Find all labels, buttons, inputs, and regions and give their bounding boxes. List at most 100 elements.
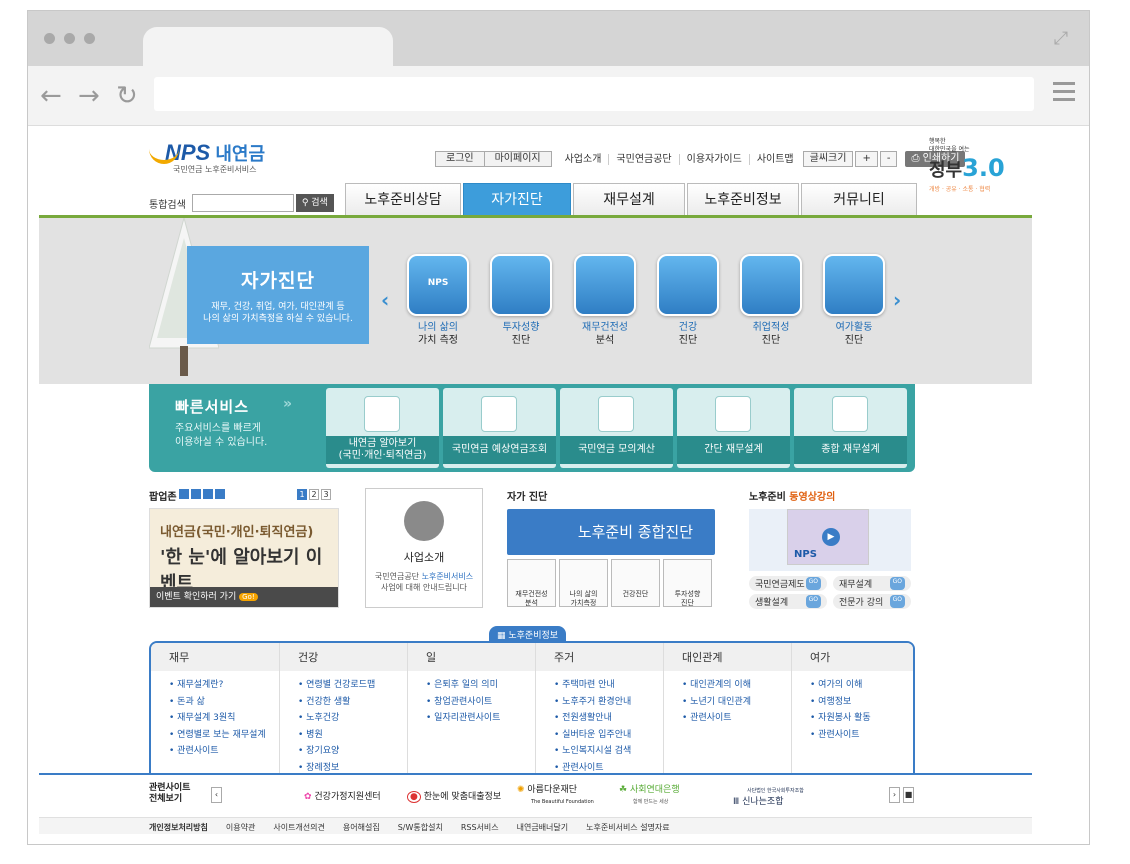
vod-player[interactable]: NPS ▶ [749, 509, 911, 571]
footer-link[interactable]: 노후준비서비스 설명자료 [586, 822, 670, 833]
info-link[interactable]: 여가의 이해 [810, 677, 913, 694]
nav-tab-finance[interactable]: 재무설계 [573, 183, 685, 216]
nav-tab-selfdiag[interactable]: 자가진단 [463, 183, 571, 216]
quick-item-total[interactable]: 종합 재무설계 [794, 388, 907, 468]
event-banner[interactable]: 내연금(국민·개인·퇴직연금) '한 눈'에 알아보기 이벤트 이벤트 확인하러… [149, 508, 339, 608]
info-link[interactable]: 창업관련사이트 [426, 694, 535, 711]
related-logo-bank[interactable]: ☘ 사회연대은행 함께 만드는 세상 [619, 785, 680, 808]
link-nps[interactable]: 국민연금공단 [608, 153, 678, 165]
vod-link-pension[interactable]: 국민연금제도 GO [749, 576, 827, 591]
link-guide[interactable]: 이용자가이드 [678, 153, 749, 165]
site-logo[interactable]: NPS 내연금 국민연금 노후준비서비스 [149, 140, 265, 175]
info-link[interactable]: 전원생활안내 [554, 710, 663, 727]
footer-link[interactable]: 개인정보처리방침 [149, 822, 208, 833]
info-link[interactable]: 은퇴후 일의 의미 [426, 677, 535, 694]
stop-icon[interactable]: ■ [903, 787, 914, 803]
window-dot-icon[interactable] [84, 33, 95, 44]
browser-tab[interactable] [143, 27, 393, 67]
pause-icon[interactable] [203, 489, 213, 499]
info-link[interactable]: 실버타운 입주안내 [554, 727, 663, 744]
mypage-button[interactable]: 마이페이지 [484, 151, 552, 167]
quick-item-calc[interactable]: 국민연금 모의계산 [560, 388, 673, 468]
info-link[interactable]: 노년기 대인관계 [682, 694, 791, 711]
chevron-left-icon[interactable]: ‹ [381, 288, 389, 312]
info-link[interactable]: 관련사이트 [554, 760, 663, 774]
info-link[interactable]: 대인관계의 이해 [682, 677, 791, 694]
info-link[interactable]: 돈과 삶 [169, 694, 279, 711]
link-about[interactable]: 사업소개 [558, 154, 609, 165]
info-link[interactable]: 장례정보 [298, 760, 407, 774]
quick-item-mypension[interactable]: 내연금 알아보기 (국민·개인·퇴직연금) [326, 388, 439, 468]
info-link[interactable]: 관련사이트 [169, 743, 279, 760]
footer-link[interactable]: 내연금배너달기 [517, 822, 569, 833]
info-link[interactable]: 노후주거 환경안내 [554, 694, 663, 711]
info-link[interactable]: 자원봉사 활동 [810, 710, 913, 727]
diag-item-finance[interactable]: 재무건전성 분석 [574, 254, 636, 347]
hamburger-menu-icon[interactable] [1053, 82, 1075, 102]
expand-icon[interactable]: ⤢ [1051, 29, 1071, 49]
nav-tab-consult[interactable]: 노후준비상담 [345, 183, 461, 216]
selfdiag-finance-button[interactable]: 재무건전성 분석 [507, 559, 556, 607]
diag-item-leisure[interactable]: 여가활동 진단 [823, 254, 885, 347]
info-link[interactable]: 주택마련 안내 [554, 677, 663, 694]
footer-link[interactable]: S/W통합설치 [398, 822, 443, 833]
play-icon[interactable]: ▶ [822, 528, 840, 546]
selfdiag-invest-button[interactable]: 투자성향 진단 [663, 559, 712, 607]
info-link[interactable]: 병원 [298, 727, 407, 744]
vod-link-finance[interactable]: 재무설계 GO [833, 576, 911, 591]
diag-item-job[interactable]: 취업적성 진단 [740, 254, 802, 347]
info-link[interactable]: 장기요양 [298, 743, 407, 760]
back-icon[interactable]: ← [40, 82, 62, 110]
search-input[interactable] [191, 194, 294, 212]
quick-item-estimate[interactable]: 국민연금 예상연금조회 [443, 388, 556, 468]
play-icon[interactable] [191, 489, 201, 499]
page-2[interactable]: 2 [309, 489, 319, 500]
info-link[interactable]: 관련사이트 [682, 710, 791, 727]
related-logo-union[interactable]: 사단법인 한국사회투자조합 Ⅲ 신나는조합 [733, 785, 804, 808]
window-dot-icon[interactable] [44, 33, 55, 44]
footer-link[interactable]: 이용약관 [226, 822, 255, 833]
chevron-right-icon[interactable]: › [893, 288, 901, 312]
chevron-right-icon[interactable]: › [889, 787, 900, 803]
info-link[interactable]: 여행정보 [810, 694, 913, 711]
prev-icon[interactable] [179, 489, 189, 499]
selfdiag-value-button[interactable]: 나의 삶의 가치측정 [559, 559, 608, 607]
nav-tab-community[interactable]: 커뮤니티 [801, 183, 917, 216]
reload-icon[interactable]: ↻ [116, 82, 138, 110]
nav-tab-info[interactable]: 노후준비정보 [687, 183, 799, 216]
selfdiag-health-button[interactable]: 건강진단 [611, 559, 660, 607]
fontsize-minus-button[interactable]: - [879, 151, 898, 167]
info-link[interactable]: 관련사이트 [810, 727, 913, 744]
info-link[interactable]: 연령별 건강로드맵 [298, 677, 407, 694]
related-logo-loan[interactable]: ● 한눈에 맞춤대출정보 [407, 789, 501, 803]
related-logo-beautiful[interactable]: ✺ 아름다운재단 The Beautiful Foundation [517, 785, 594, 808]
diag-item-value[interactable]: NPS 나의 삶의 가치 측정 [407, 254, 469, 347]
info-link[interactable]: 노후건강 [298, 710, 407, 727]
footer-link[interactable]: 용어해설집 [343, 822, 380, 833]
search-button[interactable]: ⚲ 검색 [295, 194, 334, 212]
info-link[interactable]: 재무설계란? [169, 677, 279, 694]
info-link[interactable]: 연령별로 보는 재무설계 [169, 727, 279, 744]
next-icon[interactable] [215, 489, 225, 499]
fontsize-plus-button[interactable]: + [855, 151, 878, 167]
login-button[interactable]: 로그인 [435, 151, 485, 167]
vod-link-expert[interactable]: 전문가 강의 GO [833, 594, 911, 609]
chevron-left-icon[interactable]: ‹ [211, 787, 222, 803]
related-logo-family[interactable]: ✿ 건강가정지원센터 [304, 789, 381, 802]
info-link[interactable]: 일자리관련사이트 [426, 710, 535, 727]
footer-link[interactable]: RSS서비스 [461, 822, 499, 833]
page-3[interactable]: 3 [321, 489, 331, 500]
url-bar[interactable] [154, 77, 1034, 111]
gov30-logo[interactable]: 행복한 대한민국을 여는 정부3.0 개방 · 공유 · 소통 · 협력 [929, 138, 1029, 193]
info-link[interactable]: 노인복지시설 검색 [554, 743, 663, 760]
footer-link[interactable]: 사이트개선의견 [273, 822, 325, 833]
diag-item-health[interactable]: 건강 진단 [657, 254, 719, 347]
related-label[interactable]: 관련사이트 전체보기 [149, 783, 190, 805]
quick-item-simple[interactable]: 간단 재무설계 [677, 388, 790, 468]
page-1[interactable]: 1 [297, 489, 307, 500]
window-dot-icon[interactable] [64, 33, 75, 44]
business-card[interactable]: 사업소개 국민연금공단 노후준비서비스 사업에 대해 안내드립니다 [365, 488, 483, 608]
diag-item-invest[interactable]: 투자성향 진단 [490, 254, 552, 347]
vod-link-life[interactable]: 생활설계 GO [749, 594, 827, 609]
info-link[interactable]: 재무설계 3원칙 [169, 710, 279, 727]
